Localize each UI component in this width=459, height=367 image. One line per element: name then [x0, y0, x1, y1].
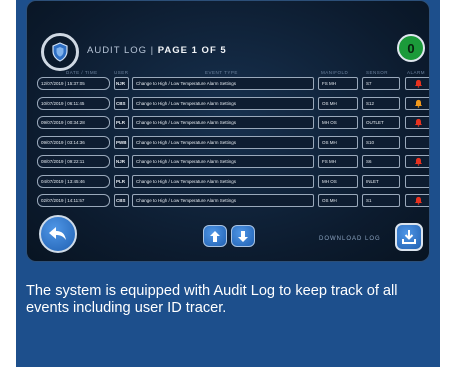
table-row[interactable]: 09/07/2019 | 03:14:36 PWB Change to High /…	[37, 135, 429, 149]
arrow-up-icon	[210, 230, 220, 242]
table-row[interactable]: 02/07/2019 | 14:11:57 CBS Change to High /…	[37, 194, 429, 207]
download-icon	[402, 230, 416, 244]
sensor-cell: OUTLET	[362, 116, 400, 129]
page-up-button[interactable]	[203, 225, 227, 247]
column-header-event: EVENT TYPE	[205, 70, 238, 75]
sensor-cell: S10	[362, 135, 400, 149]
bell-icon	[414, 196, 423, 205]
table-row[interactable]: 09/07/2019 | 00:34:28 PLR Change to High /…	[37, 116, 429, 129]
alarm-cell	[405, 155, 429, 168]
sensor-cell: S7	[362, 77, 400, 90]
event-cell: Change to High / Low Temperature Alarm S…	[132, 135, 314, 149]
datetime-cell: 09/07/2019 | 03:14:36	[37, 135, 110, 149]
manifold-cell: FS MH	[318, 155, 358, 168]
sensor-cell: S6	[362, 155, 400, 168]
event-cell: Change to High / Low Temperature Alarm S…	[132, 155, 314, 168]
info-card: AUDIT LOG | PAGE 1 OF 5 0 DATE / TIME US…	[16, 0, 440, 367]
title-prefix: AUDIT LOG	[87, 45, 148, 56]
table-row[interactable]: 08/07/2019 | 09:22:11 NJR Change to High /…	[37, 155, 429, 168]
manifold-cell: OS MH	[318, 135, 358, 149]
back-button[interactable]	[39, 215, 77, 253]
table-row[interactable]: 04/07/2019 | 13:45:46 PLR Change to High /…	[37, 174, 429, 188]
user-cell: PLR	[114, 116, 129, 129]
user-cell: PLR	[114, 174, 129, 188]
sensor-cell: INLET	[362, 174, 400, 188]
arrow-down-icon	[238, 230, 248, 242]
event-cell: Change to High / Low Temperature Alarm S…	[132, 116, 314, 129]
title-separator: |	[150, 45, 155, 56]
column-header-manifold: MANIFOLD	[321, 70, 349, 75]
sensor-cell: S1	[362, 194, 400, 207]
column-header-user: USER	[114, 70, 129, 75]
user-cell: CBS	[114, 96, 129, 110]
download-log-label: DOWNLOAD LOG	[319, 236, 381, 242]
page-title: AUDIT LOG | PAGE 1 OF 5	[87, 45, 227, 56]
manifold-cell: MH OS	[318, 174, 358, 188]
download-log-button[interactable]	[395, 223, 423, 251]
alarm-cell	[405, 77, 429, 90]
manifold-cell: OS MH	[318, 194, 358, 207]
alert-count-badge[interactable]: 0	[397, 34, 425, 62]
manifold-cell: OS MH	[318, 96, 358, 110]
feature-caption: The system is equipped with Audit Log to…	[26, 283, 398, 316]
column-header-alarm: ALARM	[407, 70, 426, 75]
table-row[interactable]: 12/07/2019 | 15:37:05 NJR Change to High /…	[37, 77, 429, 90]
bell-icon	[414, 118, 423, 127]
shield-icon	[41, 33, 79, 71]
event-cell: Change to High / Low Temperature Alarm S…	[132, 174, 314, 188]
manifold-cell: MH OS	[318, 116, 358, 129]
alarm-cell	[405, 174, 429, 188]
sensor-cell: S12	[362, 96, 400, 110]
alarm-cell	[405, 96, 429, 110]
user-cell: NJR	[114, 155, 129, 168]
manifold-cell: FS MH	[318, 77, 358, 90]
datetime-cell: 08/07/2019 | 09:22:11	[37, 155, 110, 168]
user-cell: CBS	[114, 194, 129, 207]
bell-icon	[414, 99, 423, 108]
datetime-cell: 10/07/2019 | 06:11:45	[37, 96, 110, 110]
bell-icon	[414, 79, 423, 88]
page-indicator: PAGE 1 OF 5	[157, 45, 227, 56]
column-header-sensor: SENSOR	[366, 70, 389, 75]
user-cell: PWB	[114, 135, 129, 149]
audit-log-screen: AUDIT LOG | PAGE 1 OF 5 0 DATE / TIME US…	[26, 0, 430, 262]
datetime-cell: 04/07/2019 | 13:45:46	[37, 174, 110, 188]
event-cell: Change to High / Low Temperature Alarm S…	[132, 194, 314, 207]
datetime-cell: 02/07/2019 | 14:11:57	[37, 194, 110, 207]
column-header-datetime: DATE / TIME	[66, 70, 98, 75]
bell-icon	[414, 157, 423, 166]
datetime-cell: 12/07/2019 | 15:37:05	[37, 77, 110, 90]
table-row[interactable]: 10/07/2019 | 06:11:45 CBS Change to High /…	[37, 96, 429, 110]
datetime-cell: 09/07/2019 | 00:34:28	[37, 116, 110, 129]
user-cell: NJR	[114, 77, 129, 90]
alarm-cell	[405, 116, 429, 129]
page-down-button[interactable]	[231, 225, 255, 247]
back-arrow-icon	[49, 227, 66, 240]
alarm-cell	[405, 135, 429, 149]
alarm-cell	[405, 194, 429, 207]
event-cell: Change to High / Low Temperature Alarm S…	[132, 96, 314, 110]
event-cell: Change to High / Low Temperature Alarm S…	[132, 77, 314, 90]
